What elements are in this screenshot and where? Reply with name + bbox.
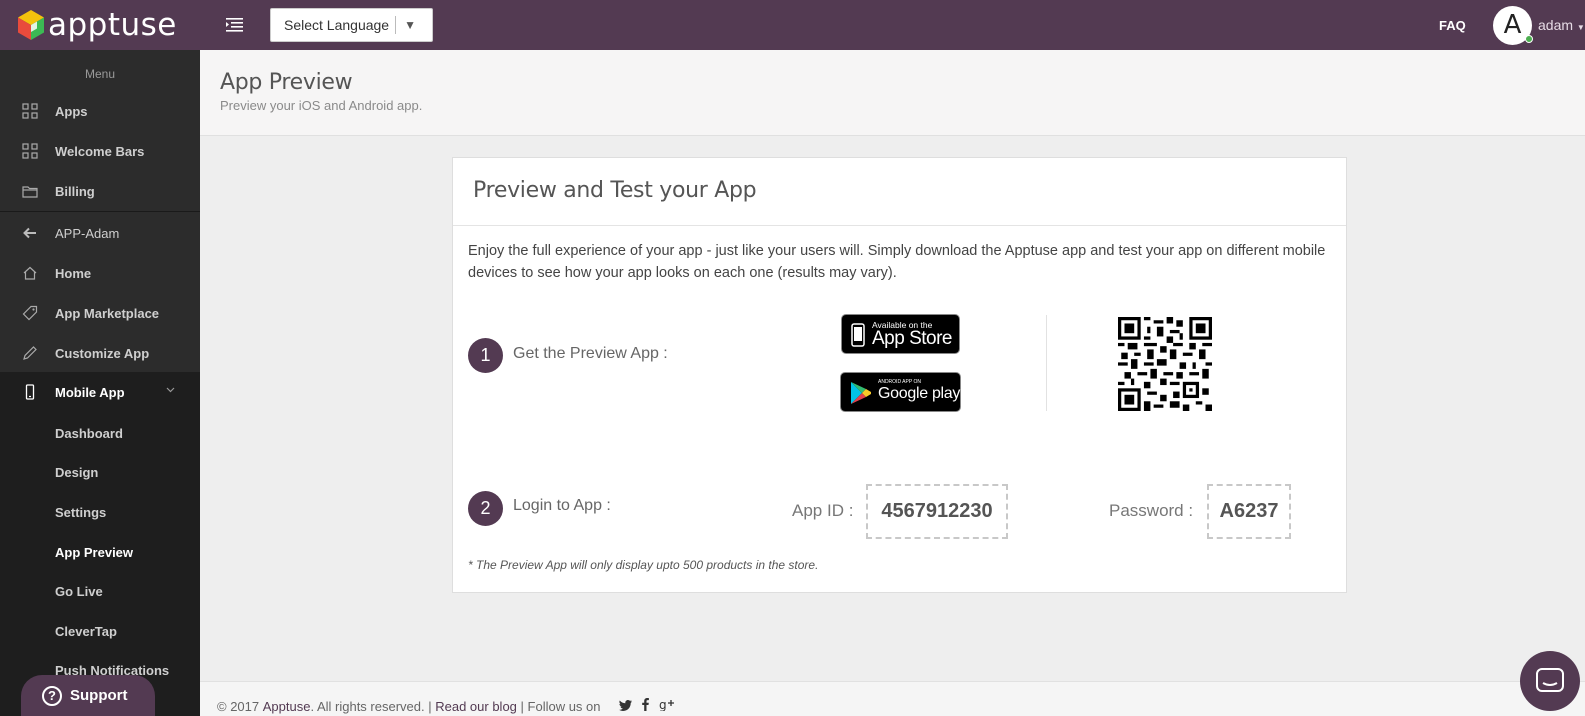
google-play-big-text: Google play xyxy=(878,385,961,402)
sidebar-item-label: App Marketplace xyxy=(55,305,160,321)
step-1-badge: 1 xyxy=(468,338,503,373)
sidebar-item-label: APP-Adam xyxy=(55,225,120,241)
arrow-left-icon xyxy=(22,225,38,241)
apptuse-link[interactable]: Apptuse xyxy=(263,699,311,714)
phone-icon xyxy=(22,384,38,400)
caret-down-icon: ▼ xyxy=(1576,23,1585,32)
pencil-icon xyxy=(22,345,38,361)
twitter-icon[interactable] xyxy=(618,699,632,714)
faq-link[interactable]: FAQ xyxy=(1439,18,1466,33)
sidebar-divider xyxy=(0,211,200,212)
sidebar-item-app-marketplace[interactable]: App Marketplace xyxy=(0,293,200,333)
select-separator xyxy=(395,16,397,34)
intro-text: Enjoy the full experience of your app - … xyxy=(468,243,1326,281)
copyright-year: © 2017 xyxy=(217,698,260,714)
online-status-icon xyxy=(1525,35,1533,43)
sidebar-subitem-go-live[interactable]: Go Live xyxy=(55,584,103,599)
password-label: Password : xyxy=(1109,501,1194,520)
preview-card: Preview and Test your App Enjoy the full… xyxy=(452,157,1347,593)
sidebar-item-home[interactable]: Home xyxy=(0,253,200,293)
sidebar-subitem-clevertap[interactable]: CleverTap xyxy=(55,624,117,639)
folder-icon xyxy=(22,183,38,199)
grid-icon xyxy=(22,143,38,159)
sidebar-item-label: Welcome Bars xyxy=(55,143,145,159)
sidebar-item-label: Billing xyxy=(55,183,95,199)
sidebar-subitem-settings[interactable]: Settings xyxy=(55,505,106,520)
apptuse-logo[interactable]: apptuse xyxy=(18,8,177,42)
sidebar-item-apps[interactable]: Apps xyxy=(0,91,200,131)
preview-note: * The Preview App will only display upto… xyxy=(468,558,819,572)
sidebar-subitem-app-preview[interactable]: App Preview xyxy=(55,545,133,560)
svg-text:g: g xyxy=(659,698,667,711)
sidebar-item-label: Home xyxy=(55,265,92,281)
app-store-button[interactable]: Available on the App Store xyxy=(841,314,960,354)
language-select[interactable]: Select Language ▼ xyxy=(270,8,433,42)
sidebar-item-back-to-app[interactable]: APP-Adam xyxy=(0,213,200,253)
follow-text: | Follow us on xyxy=(520,698,601,714)
google-plus-icon[interactable]: g xyxy=(659,698,674,714)
sidebar: Menu Apps Welcome Bars Billing APP-Adam … xyxy=(0,50,200,716)
chevron-down-icon xyxy=(166,387,175,393)
logo-cube-icon xyxy=(18,10,44,40)
sidebar-item-welcome-bars[interactable]: Welcome Bars xyxy=(0,131,200,171)
app-store-big-text: App Store xyxy=(872,328,953,349)
footer-text: © 2017 Apptuse. All rights reserved. | R… xyxy=(217,698,674,714)
chat-launcher-button[interactable] xyxy=(1520,651,1580,711)
sidebar-item-label: Apps xyxy=(55,103,88,119)
dropdown-arrow-icon: ▼ xyxy=(404,18,416,32)
rights-text: . All rights reserved. | xyxy=(310,698,432,714)
user-menu[interactable]: adam ▼ xyxy=(1538,17,1585,33)
blog-link[interactable]: Read our blog xyxy=(435,699,517,714)
tag-icon xyxy=(22,305,38,321)
password-value: A6237 xyxy=(1207,484,1291,539)
menu-label: Menu xyxy=(84,67,116,81)
facebook-icon[interactable] xyxy=(641,698,649,714)
support-button[interactable]: ? Support xyxy=(21,675,155,716)
top-bar: apptuse Select Language ▼ FAQ A adam ▼ xyxy=(0,0,1585,50)
google-play-button[interactable]: ANDROID APP ON Google play xyxy=(840,372,961,412)
step-1-label: Get the Preview App : xyxy=(513,345,668,362)
logo-text: apptuse xyxy=(48,7,177,43)
card-title: Preview and Test your App xyxy=(453,158,1346,226)
question-icon: ? xyxy=(42,685,62,706)
vertical-divider xyxy=(1046,315,1047,411)
support-label: Support xyxy=(70,687,128,704)
phone-icon xyxy=(851,323,865,347)
sidebar-item-label: Customize App xyxy=(55,345,150,361)
sidebar-item-customize-app[interactable]: Customize App xyxy=(0,333,200,373)
page-header: App Preview Preview your iOS and Android… xyxy=(200,50,1585,136)
page-title: App Preview xyxy=(220,70,353,95)
username: adam xyxy=(1538,17,1574,33)
play-store-icon xyxy=(851,382,871,404)
step-2-badge: 2 xyxy=(468,491,503,526)
language-select-value: Select Language xyxy=(284,17,390,33)
sidebar-item-billing[interactable]: Billing xyxy=(0,171,200,211)
grid-icon xyxy=(22,103,38,119)
app-id-value: 4567912230 xyxy=(866,484,1008,539)
qr-code-image xyxy=(1118,317,1212,411)
mobile-app-submenu: Dashboard Design Settings App Preview Go… xyxy=(0,411,200,716)
footer: © 2017 Apptuse. All rights reserved. | R… xyxy=(200,681,1585,716)
menu-toggle-icon[interactable] xyxy=(226,16,243,32)
app-id-label: App ID : xyxy=(792,501,854,520)
sidebar-subitem-dashboard[interactable]: Dashboard xyxy=(55,426,123,441)
sidebar-item-label: Mobile App xyxy=(55,384,125,400)
sidebar-subitem-design[interactable]: Design xyxy=(55,465,98,480)
page-subtitle: Preview your iOS and Android app. xyxy=(220,98,423,113)
home-icon xyxy=(22,265,38,281)
sidebar-item-mobile-app[interactable]: Mobile App xyxy=(0,372,200,412)
chat-icon xyxy=(1536,668,1564,692)
step-2-label: Login to App : xyxy=(513,497,611,514)
